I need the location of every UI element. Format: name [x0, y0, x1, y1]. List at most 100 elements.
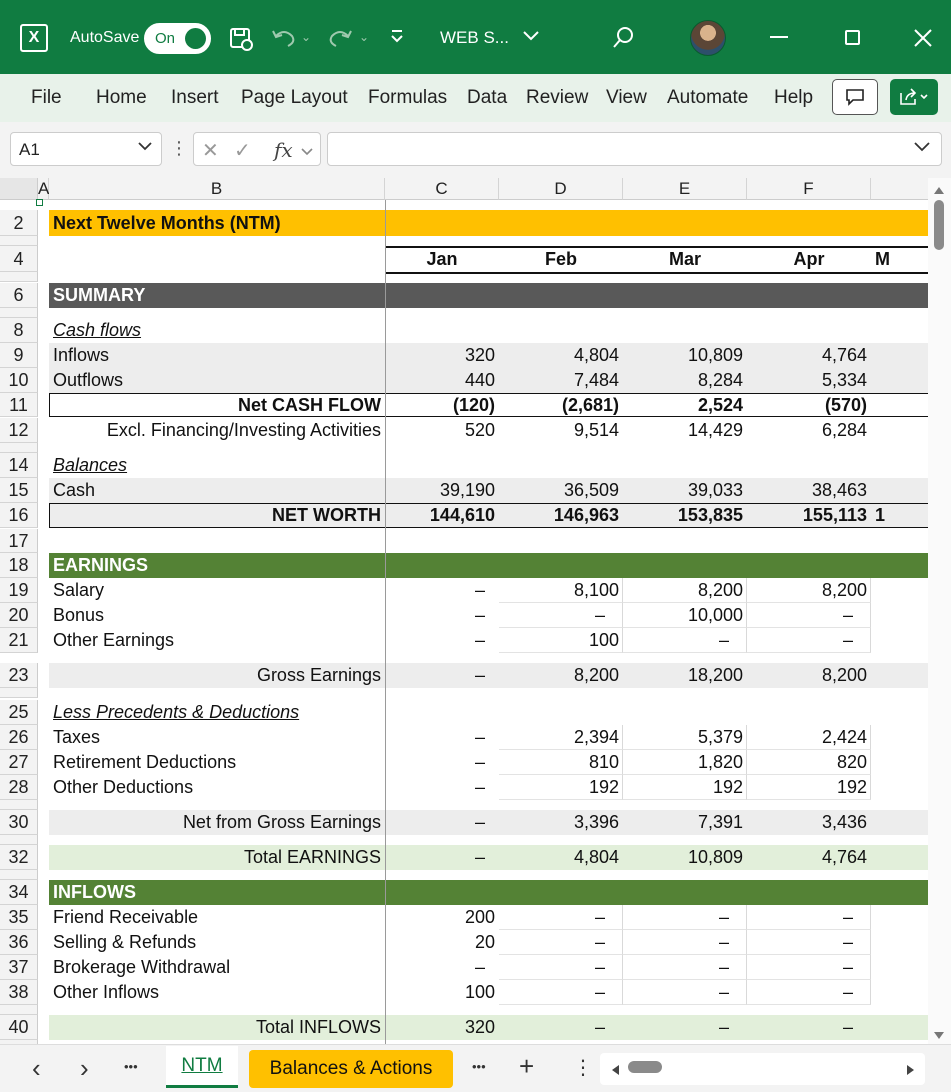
cell-b10[interactable]: Outflows — [49, 368, 385, 393]
cell-b40[interactable]: Total INFLOWS — [49, 1015, 385, 1040]
row-header-8[interactable]: 8 — [0, 318, 38, 343]
row-header-17[interactable]: 17 — [0, 529, 38, 553]
scroll-right-icon[interactable] — [906, 1063, 916, 1081]
horizontal-scroll-thumb[interactable] — [628, 1061, 662, 1073]
maximize-icon[interactable] — [845, 30, 860, 45]
cell-e12[interactable]: 14,429 — [623, 418, 747, 443]
cell-e16[interactable]: 153,835 — [623, 503, 747, 528]
cell-d26[interactable]: 2,394 — [499, 725, 623, 750]
redo-icon[interactable] — [326, 26, 354, 54]
cell-f4[interactable]: Apr — [747, 246, 871, 272]
cell-b37[interactable]: Brokerage Withdrawal — [49, 955, 385, 980]
cell-e38[interactable]: – — [623, 980, 747, 1005]
row-header-11[interactable]: 11 — [0, 393, 38, 417]
cell-e27[interactable]: 1,820 — [623, 750, 747, 775]
cell-f35[interactable]: – — [747, 905, 871, 930]
cell-c32[interactable]: – — [385, 845, 499, 870]
row-header-34[interactable]: 34 — [0, 880, 38, 905]
cell-e35[interactable]: – — [623, 905, 747, 930]
cell-d23[interactable]: 8,200 — [499, 663, 623, 688]
column-header-c[interactable]: C — [385, 178, 499, 200]
formula-bar-options-icon[interactable]: ⋮ — [170, 138, 188, 159]
row-header-hidden[interactable] — [0, 688, 38, 698]
cell-e37[interactable]: – — [623, 955, 747, 980]
cell-b27[interactable]: Retirement Deductions — [49, 750, 385, 775]
cell-b9[interactable]: Inflows — [49, 343, 385, 368]
cell-b21[interactable]: Other Earnings — [49, 628, 385, 653]
more-sheets-left-button[interactable]: ••• — [124, 1059, 138, 1074]
cell-f26[interactable]: 2,424 — [747, 725, 871, 750]
save-icon[interactable] — [228, 26, 254, 56]
cell-c36[interactable]: 20 — [385, 930, 499, 955]
row-header-19[interactable]: 19 — [0, 578, 38, 603]
cell-c37[interactable]: – — [385, 955, 499, 980]
cell-d10[interactable]: 7,484 — [499, 368, 623, 393]
cell-c4[interactable]: Jan — [385, 246, 499, 272]
cell-c21[interactable]: – — [385, 628, 499, 653]
row-header-hidden[interactable] — [0, 272, 38, 282]
cell-d38[interactable]: – — [499, 980, 623, 1005]
column-header-a[interactable]: A — [38, 178, 49, 200]
cell-d12[interactable]: 9,514 — [499, 418, 623, 443]
prev-sheet-button[interactable]: ‹ — [32, 1053, 41, 1084]
tab-view[interactable]: View — [606, 87, 647, 109]
cell-e40[interactable]: – — [623, 1015, 747, 1040]
row-header-23[interactable]: 23 — [0, 663, 38, 688]
row-header-10[interactable]: 10 — [0, 368, 38, 393]
cell-f38[interactable]: – — [747, 980, 871, 1005]
cell-e15[interactable]: 39,033 — [623, 478, 747, 503]
scroll-up-icon[interactable] — [933, 182, 945, 200]
insert-function-button[interactable]: fx — [274, 138, 293, 162]
row-header-6[interactable]: 6 — [0, 283, 38, 308]
row-header-26[interactable]: 26 — [0, 725, 38, 750]
cell-f40[interactable]: – — [747, 1015, 871, 1040]
cell-d20[interactable]: – — [499, 603, 623, 628]
cell-f37[interactable]: – — [747, 955, 871, 980]
chevron-down-icon[interactable] — [522, 29, 540, 48]
row-header-9[interactable]: 9 — [0, 343, 38, 368]
cell-d15[interactable]: 36,509 — [499, 478, 623, 503]
cell-b16[interactable]: NET WORTH — [49, 503, 385, 528]
chevron-down-icon[interactable] — [300, 141, 314, 164]
row-header-hidden[interactable] — [0, 236, 38, 246]
row-header-14[interactable]: 14 — [0, 453, 38, 478]
chevron-down-icon[interactable] — [137, 139, 153, 158]
add-sheet-button[interactable]: + — [519, 1051, 534, 1082]
vertical-scroll-thumb[interactable] — [934, 200, 944, 250]
cell-f23[interactable]: 8,200 — [747, 663, 871, 688]
cell-f28[interactable]: 192 — [747, 775, 871, 800]
cell-d28[interactable]: 192 — [499, 775, 623, 800]
cell-f27[interactable]: 820 — [747, 750, 871, 775]
row-header-25[interactable]: 25 — [0, 700, 38, 725]
column-header-b[interactable]: B — [49, 178, 385, 200]
file-name[interactable]: WEB S... — [440, 28, 509, 48]
cell-f36[interactable]: – — [747, 930, 871, 955]
customize-qat-icon[interactable] — [389, 27, 405, 50]
cell-b38[interactable]: Other Inflows — [49, 980, 385, 1005]
cell-b18[interactable]: EARNINGS — [49, 553, 385, 578]
tab-page-layout[interactable]: Page Layout — [241, 87, 348, 109]
tab-formulas[interactable]: Formulas — [368, 87, 447, 109]
cell-c19[interactable]: – — [385, 578, 499, 603]
cell-b35[interactable]: Friend Receivable — [49, 905, 385, 930]
cell-b6[interactable]: SUMMARY — [49, 283, 385, 308]
cell-f11[interactable]: (570) — [747, 393, 871, 417]
sheet-options-icon[interactable]: ⋮ — [573, 1055, 593, 1080]
cell-f30[interactable]: 3,436 — [747, 810, 871, 835]
row-header-21[interactable]: 21 — [0, 628, 38, 653]
tab-home[interactable]: Home — [96, 87, 147, 109]
row-header-36[interactable]: 36 — [0, 930, 38, 955]
cell-f19[interactable]: 8,200 — [747, 578, 871, 603]
cell-c9[interactable]: 320 — [385, 343, 499, 368]
row-header-37[interactable]: 37 — [0, 955, 38, 980]
column-header-f[interactable]: F — [747, 178, 871, 200]
minimize-icon[interactable] — [770, 36, 788, 38]
cell-c30[interactable]: – — [385, 810, 499, 835]
cell-f10[interactable]: 5,334 — [747, 368, 871, 393]
formula-input[interactable] — [327, 132, 942, 166]
sheet-tab-ntm[interactable]: NTM — [166, 1046, 238, 1088]
share-button[interactable] — [890, 79, 938, 115]
row-header-2[interactable]: 2 — [0, 210, 38, 236]
cell-f21[interactable]: – — [747, 628, 871, 653]
column-header-g[interactable] — [871, 178, 928, 200]
